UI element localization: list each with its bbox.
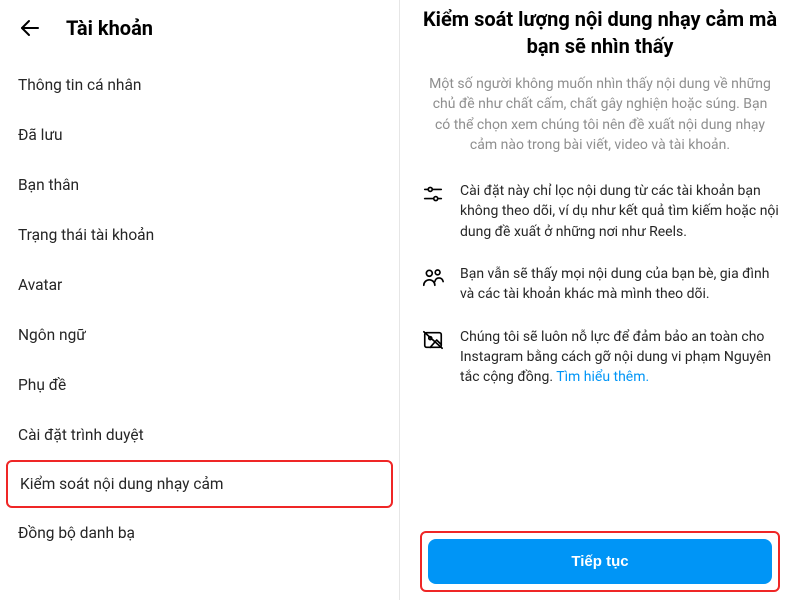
settings-item[interactable]: Phụ đề bbox=[0, 360, 399, 410]
settings-item[interactable]: Trạng thái tài khoản bbox=[0, 210, 399, 260]
settings-item[interactable]: Thông tin cá nhân bbox=[0, 60, 399, 110]
settings-item[interactable]: Bạn thân bbox=[0, 160, 399, 210]
settings-item[interactable]: Avatar bbox=[0, 260, 399, 310]
settings-item[interactable]: Đồng bộ danh bạ bbox=[0, 508, 399, 558]
sensitive-content-title: Kiểm soát lượng nội dung nhạy cảm mà bạn… bbox=[420, 6, 780, 60]
arrow-left-icon bbox=[18, 16, 42, 40]
account-settings-panel: Tài khoản Thông tin cá nhânĐã lưuBạn thâ… bbox=[0, 0, 400, 600]
image-off-icon bbox=[420, 329, 446, 355]
settings-item[interactable]: Đã lưu bbox=[0, 110, 399, 160]
feature-safety-text: Chúng tôi sẽ luôn nỗ lực để đảm bảo an t… bbox=[460, 327, 780, 388]
feature-following-text: Bạn vẫn sẽ thấy mọi nội dung của bạn bè,… bbox=[460, 264, 780, 305]
settings-item[interactable]: Ngôn ngữ bbox=[0, 310, 399, 360]
settings-item[interactable]: Cài đặt trình duyệt bbox=[0, 410, 399, 460]
page-title: Tài khoản bbox=[66, 16, 153, 40]
people-icon bbox=[420, 266, 446, 292]
continue-button[interactable]: Tiếp tục bbox=[428, 539, 772, 584]
sliders-icon bbox=[420, 183, 446, 209]
feature-safety: Chúng tôi sẽ luôn nỗ lực để đảm bảo an t… bbox=[420, 327, 780, 388]
sensitive-content-subtitle: Một số người không muốn nhìn thấy nội du… bbox=[420, 74, 780, 155]
left-header: Tài khoản bbox=[0, 0, 399, 52]
settings-list: Thông tin cá nhânĐã lưuBạn thânTrạng thá… bbox=[0, 52, 399, 558]
feature-filter: Cài đặt này chỉ lọc nội dung từ các tài … bbox=[420, 181, 780, 242]
feature-following: Bạn vẫn sẽ thấy mọi nội dung của bạn bè,… bbox=[420, 264, 780, 305]
settings-item[interactable]: Kiểm soát nội dung nhạy cảm bbox=[6, 460, 393, 508]
sensitive-content-panel: Kiểm soát lượng nội dung nhạy cảm mà bạn… bbox=[400, 0, 800, 600]
continue-highlight: Tiếp tục bbox=[420, 531, 780, 592]
back-button[interactable] bbox=[16, 14, 44, 42]
learn-more-link[interactable]: Tìm hiểu thêm. bbox=[556, 369, 649, 385]
feature-filter-text: Cài đặt này chỉ lọc nội dung từ các tài … bbox=[460, 181, 780, 242]
